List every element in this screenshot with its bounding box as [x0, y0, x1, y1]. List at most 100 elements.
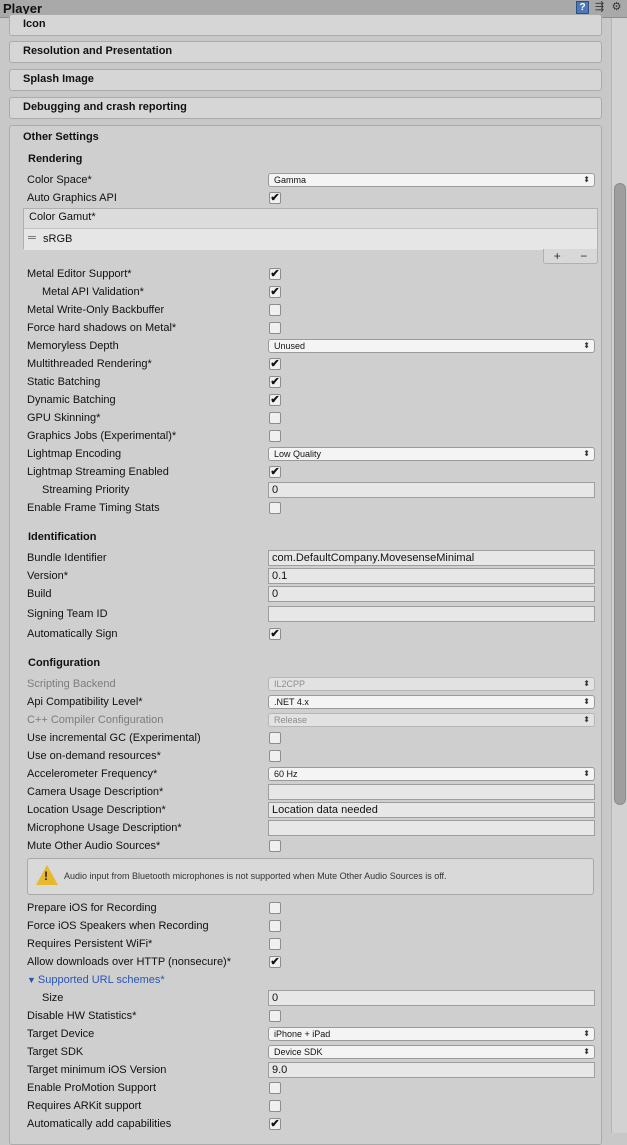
auto-caps-label: Automatically add capabilities	[27, 1118, 172, 1130]
frame-timing-checkbox[interactable]	[269, 502, 281, 514]
metal-api-validation-label: Metal API Validation*	[42, 286, 144, 298]
warning-mark: !	[44, 869, 48, 883]
auto-graphics-api-label: Auto Graphics API	[27, 192, 117, 204]
metal-editor-support-checkbox[interactable]: ✔	[269, 268, 281, 280]
camera-usage-field[interactable]	[268, 784, 595, 800]
memoryless-depth-dropdown[interactable]: Unused ⬍	[268, 339, 595, 353]
signing-team-label: Signing Team ID	[27, 608, 108, 620]
help-icon[interactable]: ?	[576, 1, 589, 14]
url-schemes-foldout[interactable]: ▼ Supported URL schemes*	[27, 974, 165, 986]
mute-audio-checkbox[interactable]	[269, 840, 281, 852]
dropdown-value: Unused	[274, 341, 306, 351]
lightmap-streaming-label: Lightmap Streaming Enabled	[27, 466, 169, 478]
warning-box: ! Audio input from Bluetooth microphones…	[27, 858, 594, 895]
bundle-identifier-label: Bundle Identifier	[27, 552, 107, 564]
metal-write-only-checkbox[interactable]	[269, 304, 281, 316]
force-speakers-checkbox[interactable]	[269, 920, 281, 932]
signing-team-field[interactable]	[268, 606, 595, 622]
section-label[interactable]: Other Settings	[23, 131, 99, 143]
url-schemes-size-field[interactable]: 0	[268, 990, 595, 1006]
dropdown-value: Gamma	[274, 175, 307, 185]
api-compat-dropdown[interactable]: .NET 4.x ⬍	[268, 695, 595, 709]
auto-sign-label: Automatically Sign	[27, 628, 118, 640]
allow-http-checkbox[interactable]: ✔	[269, 956, 281, 968]
persistent-wifi-checkbox[interactable]	[269, 938, 281, 950]
incremental-gc-checkbox[interactable]	[269, 732, 281, 744]
prepare-ios-checkbox[interactable]	[269, 902, 281, 914]
section-resolution[interactable]: Resolution and Presentation	[9, 41, 602, 63]
target-sdk-dropdown[interactable]: Device SDK ⬍	[268, 1045, 595, 1059]
location-usage-label: Location Usage Description*	[27, 804, 166, 816]
on-demand-checkbox[interactable]	[269, 750, 281, 762]
memoryless-depth-label: Memoryless Depth	[27, 340, 119, 352]
dropdown-arrow-icon: ⬍	[583, 697, 590, 706]
list-item[interactable]: ═ sRGB	[24, 228, 597, 250]
color-space-dropdown[interactable]: Gamma ⬍	[268, 173, 595, 187]
section-label: Splash Image	[23, 73, 94, 85]
scrollbar-thumb[interactable]	[614, 183, 626, 805]
force-hard-shadows-checkbox[interactable]	[269, 322, 281, 334]
disable-hw-stats-checkbox[interactable]	[269, 1010, 281, 1022]
graphics-jobs-checkbox[interactable]	[269, 430, 281, 442]
dropdown-value: IL2CPP	[274, 679, 306, 689]
multithreaded-checkbox[interactable]: ✔	[269, 358, 281, 370]
dropdown-arrow-icon: ⬍	[583, 1047, 590, 1056]
dynamic-batching-checkbox[interactable]: ✔	[269, 394, 281, 406]
min-ios-field[interactable]: 9.0	[268, 1062, 595, 1078]
camera-usage-label: Camera Usage Description*	[27, 786, 164, 798]
section-icon[interactable]: Icon	[9, 14, 602, 36]
prepare-ios-label: Prepare iOS for Recording	[27, 902, 157, 914]
gear-icon[interactable]: ⚙	[610, 1, 623, 14]
target-device-dropdown[interactable]: iPhone + iPad ⬍	[268, 1027, 595, 1041]
streaming-priority-field[interactable]: 0	[268, 482, 595, 498]
mic-usage-field[interactable]	[268, 820, 595, 836]
auto-graphics-api-checkbox[interactable]: ✔	[269, 192, 281, 204]
version-label: Version*	[27, 570, 68, 582]
url-schemes-size-label: Size	[42, 992, 64, 1004]
dropdown-value: Low Quality	[274, 449, 322, 459]
vertical-scrollbar[interactable]	[611, 18, 627, 1133]
metal-api-validation-checkbox[interactable]: ✔	[269, 286, 281, 298]
rendering-heading: Rendering	[28, 153, 83, 165]
promotion-label: Enable ProMotion Support	[27, 1082, 157, 1094]
section-label: Icon	[23, 18, 46, 30]
scripting-backend-dropdown: IL2CPP ⬍	[268, 677, 595, 691]
version-field[interactable]: 0.1	[268, 568, 595, 584]
promotion-checkbox[interactable]	[269, 1082, 281, 1094]
lightmap-encoding-dropdown[interactable]: Low Quality ⬍	[268, 447, 595, 461]
accel-freq-label: Accelerometer Frequency*	[27, 768, 158, 780]
multithreaded-label: Multithreaded Rendering*	[27, 358, 152, 370]
dropdown-arrow-icon: ⬍	[583, 449, 590, 458]
arkit-checkbox[interactable]	[269, 1100, 281, 1112]
auto-sign-checkbox[interactable]: ✔	[269, 628, 281, 640]
section-splash[interactable]: Splash Image	[9, 69, 602, 91]
bundle-identifier-field[interactable]: com.DefaultCompany.MovesenseMinimal	[268, 550, 595, 566]
static-batching-checkbox[interactable]: ✔	[269, 376, 281, 388]
color-gamut-list: Color Gamut* ═ sRGB	[23, 208, 598, 250]
url-schemes-label: Supported URL schemes*	[37, 974, 165, 986]
min-ios-label: Target minimum iOS Version	[27, 1064, 167, 1076]
section-debugging[interactable]: Debugging and crash reporting	[9, 97, 602, 119]
add-item-button[interactable]: +	[554, 249, 561, 263]
disable-hw-stats-label: Disable HW Statistics*	[27, 1010, 137, 1022]
preset-icon[interactable]: ⇶	[593, 1, 606, 14]
dropdown-arrow-icon: ⬍	[583, 341, 590, 350]
configuration-heading: Configuration	[28, 657, 101, 669]
dropdown-value: 60 Hz	[274, 769, 298, 779]
auto-caps-checkbox[interactable]: ✔	[269, 1118, 281, 1130]
build-field[interactable]: 0	[268, 586, 595, 602]
gpu-skinning-checkbox[interactable]	[269, 412, 281, 424]
mute-audio-label: Mute Other Audio Sources*	[27, 840, 161, 852]
gpu-skinning-label: GPU Skinning*	[27, 412, 101, 424]
remove-item-button[interactable]: −	[580, 249, 587, 263]
lightmap-streaming-checkbox[interactable]: ✔	[269, 466, 281, 478]
location-usage-field[interactable]: Location data needed	[268, 802, 595, 818]
dropdown-value: Release	[274, 715, 308, 725]
graphics-jobs-label: Graphics Jobs (Experimental)*	[27, 430, 177, 442]
dropdown-arrow-icon: ⬍	[583, 769, 590, 778]
on-demand-label: Use on-demand resources*	[27, 750, 161, 762]
accel-freq-dropdown[interactable]: 60 Hz ⬍	[268, 767, 595, 781]
section-label: Resolution and Presentation	[23, 45, 173, 57]
color-gamut-item: sRGB	[43, 233, 73, 245]
drag-handle-icon[interactable]: ═	[28, 232, 36, 244]
